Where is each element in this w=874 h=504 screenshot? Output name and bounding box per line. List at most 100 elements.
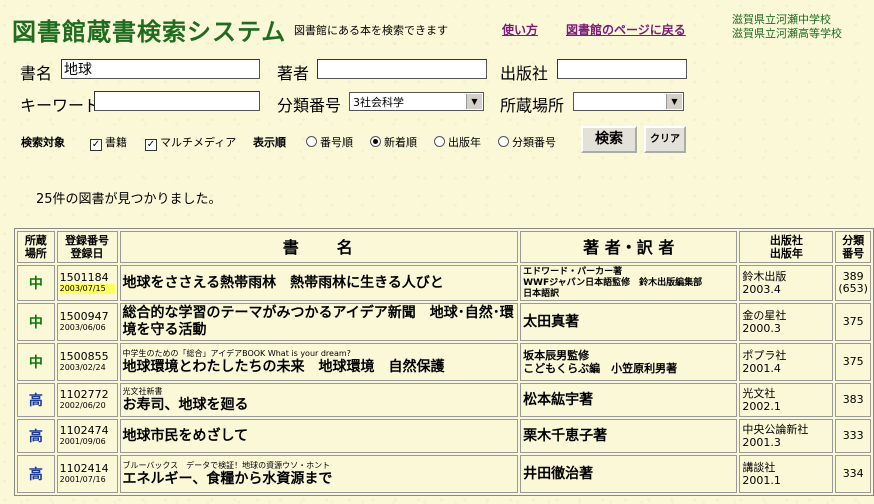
author-line: エドワード・パーカー著: [523, 266, 623, 277]
table-header-row: 所蔵 場所 登録番号 登録日 書 名 著 者・訳 者 出版社 出版年 分類 番号: [17, 231, 871, 263]
registration-cell: 1102474 2001/09/06: [56, 419, 118, 453]
class-cell: 333: [835, 419, 871, 453]
target-multimedia-label: マルチメディア: [160, 136, 237, 149]
title-cell[interactable]: 総合的な学習のテーマがみつかるアイデア新聞 地球･自然･環境を守る活動: [119, 303, 519, 341]
publish-year: 2001.1: [742, 474, 781, 487]
registration-date: 2001/09/06: [59, 437, 106, 446]
registration-date: 2003/06/06: [59, 323, 106, 332]
radio-year[interactable]: [434, 136, 445, 147]
registration-number: 1501184: [59, 271, 109, 284]
author-cell: 太田真著: [520, 303, 738, 341]
sort-option-year[interactable]: 出版年: [434, 134, 481, 150]
title-input[interactable]: [61, 59, 260, 79]
publish-year: 2001.3: [742, 436, 781, 449]
title-cell[interactable]: 地球市民をめざして: [119, 419, 519, 453]
header-registration-line1: 登録番号: [65, 234, 110, 247]
class-number: 334: [842, 467, 864, 480]
table-row[interactable]: 中 1500855 2003/02/24 中学生のための「総合」アイデアBOOK …: [17, 343, 871, 381]
search-button[interactable]: 検索: [581, 126, 637, 153]
table-row[interactable]: 中 1500947 2003/06/06 総合的な学習のテーマがみつかるアイデア新…: [17, 303, 871, 341]
chevron-down-icon[interactable]: ▼: [466, 94, 482, 109]
header-registration-line2: 登録日: [70, 247, 104, 260]
sort-option-newest[interactable]: 新着順: [370, 134, 417, 150]
header-publisher-line1: 出版社: [769, 234, 803, 247]
sort-option-number[interactable]: 番号順: [306, 134, 353, 150]
book-title[interactable]: 地球環境とわたしたちの未来 地球環境 自然保護: [123, 359, 516, 376]
registration-date: 2003/07/15: [59, 284, 115, 294]
book-title[interactable]: 地球をささえる熱帯雨林 熱帯雨林に生きる人びと: [123, 275, 516, 292]
location-cell: 高: [17, 419, 55, 453]
checkbox-multimedia[interactable]: ✓: [145, 139, 157, 151]
table-row[interactable]: 高 1102474 2001/09/06 地球市民をめざして 栗木千恵子著 中央公…: [17, 419, 871, 453]
school-name-line1: 滋賀県立河瀬中学校: [732, 13, 831, 26]
class-number-select[interactable]: 3社会科学 ▼: [349, 92, 484, 111]
publisher-label: 出版社: [500, 64, 549, 83]
radio-newest[interactable]: [370, 136, 381, 147]
publisher-input[interactable]: [557, 59, 687, 79]
author-cell: 井田徹治著: [520, 455, 738, 493]
location-label: 所蔵場所: [500, 96, 565, 115]
title-cell[interactable]: 光文社新書 お寿司、地球を廻る: [119, 383, 519, 417]
class-cell: 383: [835, 383, 871, 417]
class-number: 375: [842, 315, 864, 328]
keyword-input[interactable]: [94, 91, 260, 111]
registration-date: 2001/07/16: [59, 475, 106, 484]
registration-cell: 1500947 2003/06/06: [56, 303, 118, 341]
author-label: 著者: [277, 64, 310, 83]
class-cell: 375: [835, 303, 871, 341]
location-cell: 中: [17, 265, 55, 301]
author-line: 坂本辰男監修: [523, 349, 590, 362]
publisher-name: 金の星社: [742, 309, 787, 322]
header-class-line2: 番号: [842, 247, 865, 260]
book-title[interactable]: お寿司、地球を廻る: [123, 397, 516, 414]
header-location: 所蔵 場所: [17, 231, 55, 263]
clear-button[interactable]: クリア: [644, 126, 686, 153]
title-cell[interactable]: 地球をささえる熱帯雨林 熱帯雨林に生きる人びと: [119, 265, 519, 301]
location-select[interactable]: ▼: [573, 92, 684, 111]
result-count: 25件の図書が見つかりました。: [36, 192, 222, 207]
registration-cell: 1102772 2002/06/20: [56, 383, 118, 417]
header-registration: 登録番号 登録日: [56, 231, 118, 263]
sort-option-class[interactable]: 分類番号: [498, 134, 556, 150]
publisher-cell: 光文社 2002.1: [739, 383, 834, 417]
publisher-name: 光文社: [742, 387, 776, 400]
publish-year: 2000.3: [742, 322, 781, 335]
target-books-option[interactable]: ✓ 書籍: [90, 134, 127, 151]
class-cell: 389 (653): [835, 265, 871, 301]
header-location-line2: 場所: [24, 247, 47, 260]
radio-class[interactable]: [498, 136, 509, 147]
library-page-link[interactable]: 図書館のページに戻る: [566, 21, 686, 38]
title-cell[interactable]: 中学生のための「総合」アイデアBOOK What is your dream? 地…: [119, 343, 519, 381]
class-cell: 375: [835, 343, 871, 381]
sort-label: 表示順: [253, 136, 286, 149]
page-subtitle: 図書館にある本を検索できます: [294, 24, 448, 37]
book-title[interactable]: 地球市民をめざして: [123, 428, 516, 445]
table-row[interactable]: 中 1501184 2003/07/15 地球をささえる熱帯雨林 熱帯雨林に生きる…: [17, 265, 871, 301]
sort-option-label: 新着順: [384, 136, 417, 149]
header-title: 書 名: [119, 231, 519, 263]
registration-number: 1102414: [59, 462, 109, 475]
publisher-name: ポプラ社: [742, 349, 787, 362]
author-line: 松本紘宇著: [523, 392, 594, 408]
chevron-down-icon[interactable]: ▼: [666, 94, 682, 109]
publisher-cell: 講談社 2001.1: [739, 455, 834, 493]
checkbox-books[interactable]: ✓: [90, 139, 102, 151]
book-title[interactable]: エネルギー、食糧から水資源まで: [123, 471, 516, 488]
publisher-name: 中央公論新社: [742, 423, 809, 436]
table-row[interactable]: 高 1102772 2002/06/20 光文社新書 お寿司、地球を廻る 松本紘宇著…: [17, 383, 871, 417]
book-title[interactable]: 総合的な学習のテーマがみつかるアイデア新聞 地球･自然･環境を守る活動: [123, 305, 516, 339]
table-row[interactable]: 高 1102414 2001/07/16 ブルーバックス データで検証！地球の資源…: [17, 455, 871, 493]
title-cell[interactable]: ブルーバックス データで検証！地球の資源ウソ・ホント エネルギー、食糧から水資源ま…: [119, 455, 519, 493]
class-number: 375: [842, 355, 864, 368]
radio-number[interactable]: [306, 136, 317, 147]
author-input[interactable]: [317, 59, 487, 79]
school-name-line2: 滋賀県立河瀬高等学校: [732, 27, 842, 40]
author-line: 日本語訳: [523, 288, 560, 299]
search-target-label: 検索対象: [21, 136, 65, 149]
author-cell: 松本紘宇著: [520, 383, 738, 417]
registration-cell: 1500855 2003/02/24: [56, 343, 118, 381]
target-multimedia-option[interactable]: ✓ マルチメディア: [145, 134, 236, 151]
usage-link[interactable]: 使い方: [502, 21, 538, 38]
author-line: 栗木千恵子著: [523, 428, 608, 444]
registration-number: 1102772: [59, 388, 109, 401]
